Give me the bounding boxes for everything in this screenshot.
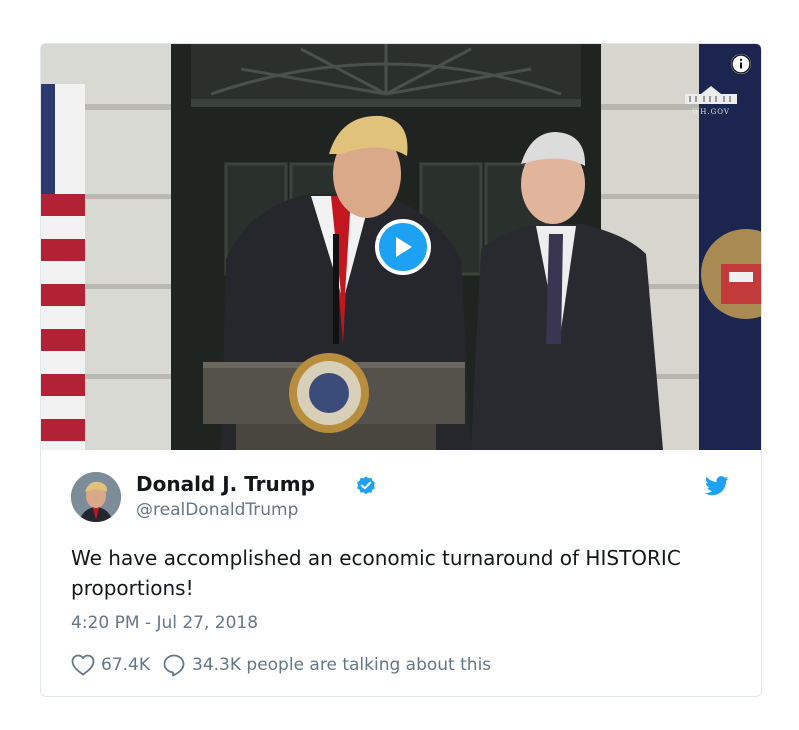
tweet-timestamp[interactable]: 4:20 PM - Jul 27, 2018 (71, 613, 258, 633)
twitter-bird-icon[interactable] (705, 476, 729, 496)
tweet-text: We have accomplished an economic turnaro… (71, 546, 681, 600)
author-handle[interactable]: @realDonaldTrump (136, 500, 298, 520)
video-thumbnail[interactable]: WH.GOV (41, 44, 761, 450)
info-icon[interactable] (731, 54, 751, 74)
like-action[interactable]: 67.4K (71, 654, 150, 676)
author-avatar[interactable] (71, 472, 121, 522)
reply-bubble-icon (163, 654, 185, 677)
embedded-tweet-card: WH.GOV Donald J. Trump @realDonaldTrump … (40, 43, 762, 697)
author-name[interactable]: Donald J. Trump (136, 472, 315, 496)
verified-badge-icon (357, 476, 375, 495)
whitehouse-watermark: WH.GOV (675, 84, 747, 116)
whitehouse-logo-icon (685, 86, 737, 104)
play-button[interactable] (375, 219, 431, 275)
like-count: 67.4K (101, 655, 150, 675)
conversation-action[interactable]: 34.3K people are talking about this (162, 653, 491, 677)
conversation-count: 34.3K people are talking about this (192, 655, 492, 675)
play-icon (396, 237, 412, 257)
heart-icon (71, 654, 95, 676)
tweet-actions: 67.4K 34.3K people are talking about thi… (71, 653, 491, 677)
watermark-text: WH.GOV (692, 108, 730, 116)
